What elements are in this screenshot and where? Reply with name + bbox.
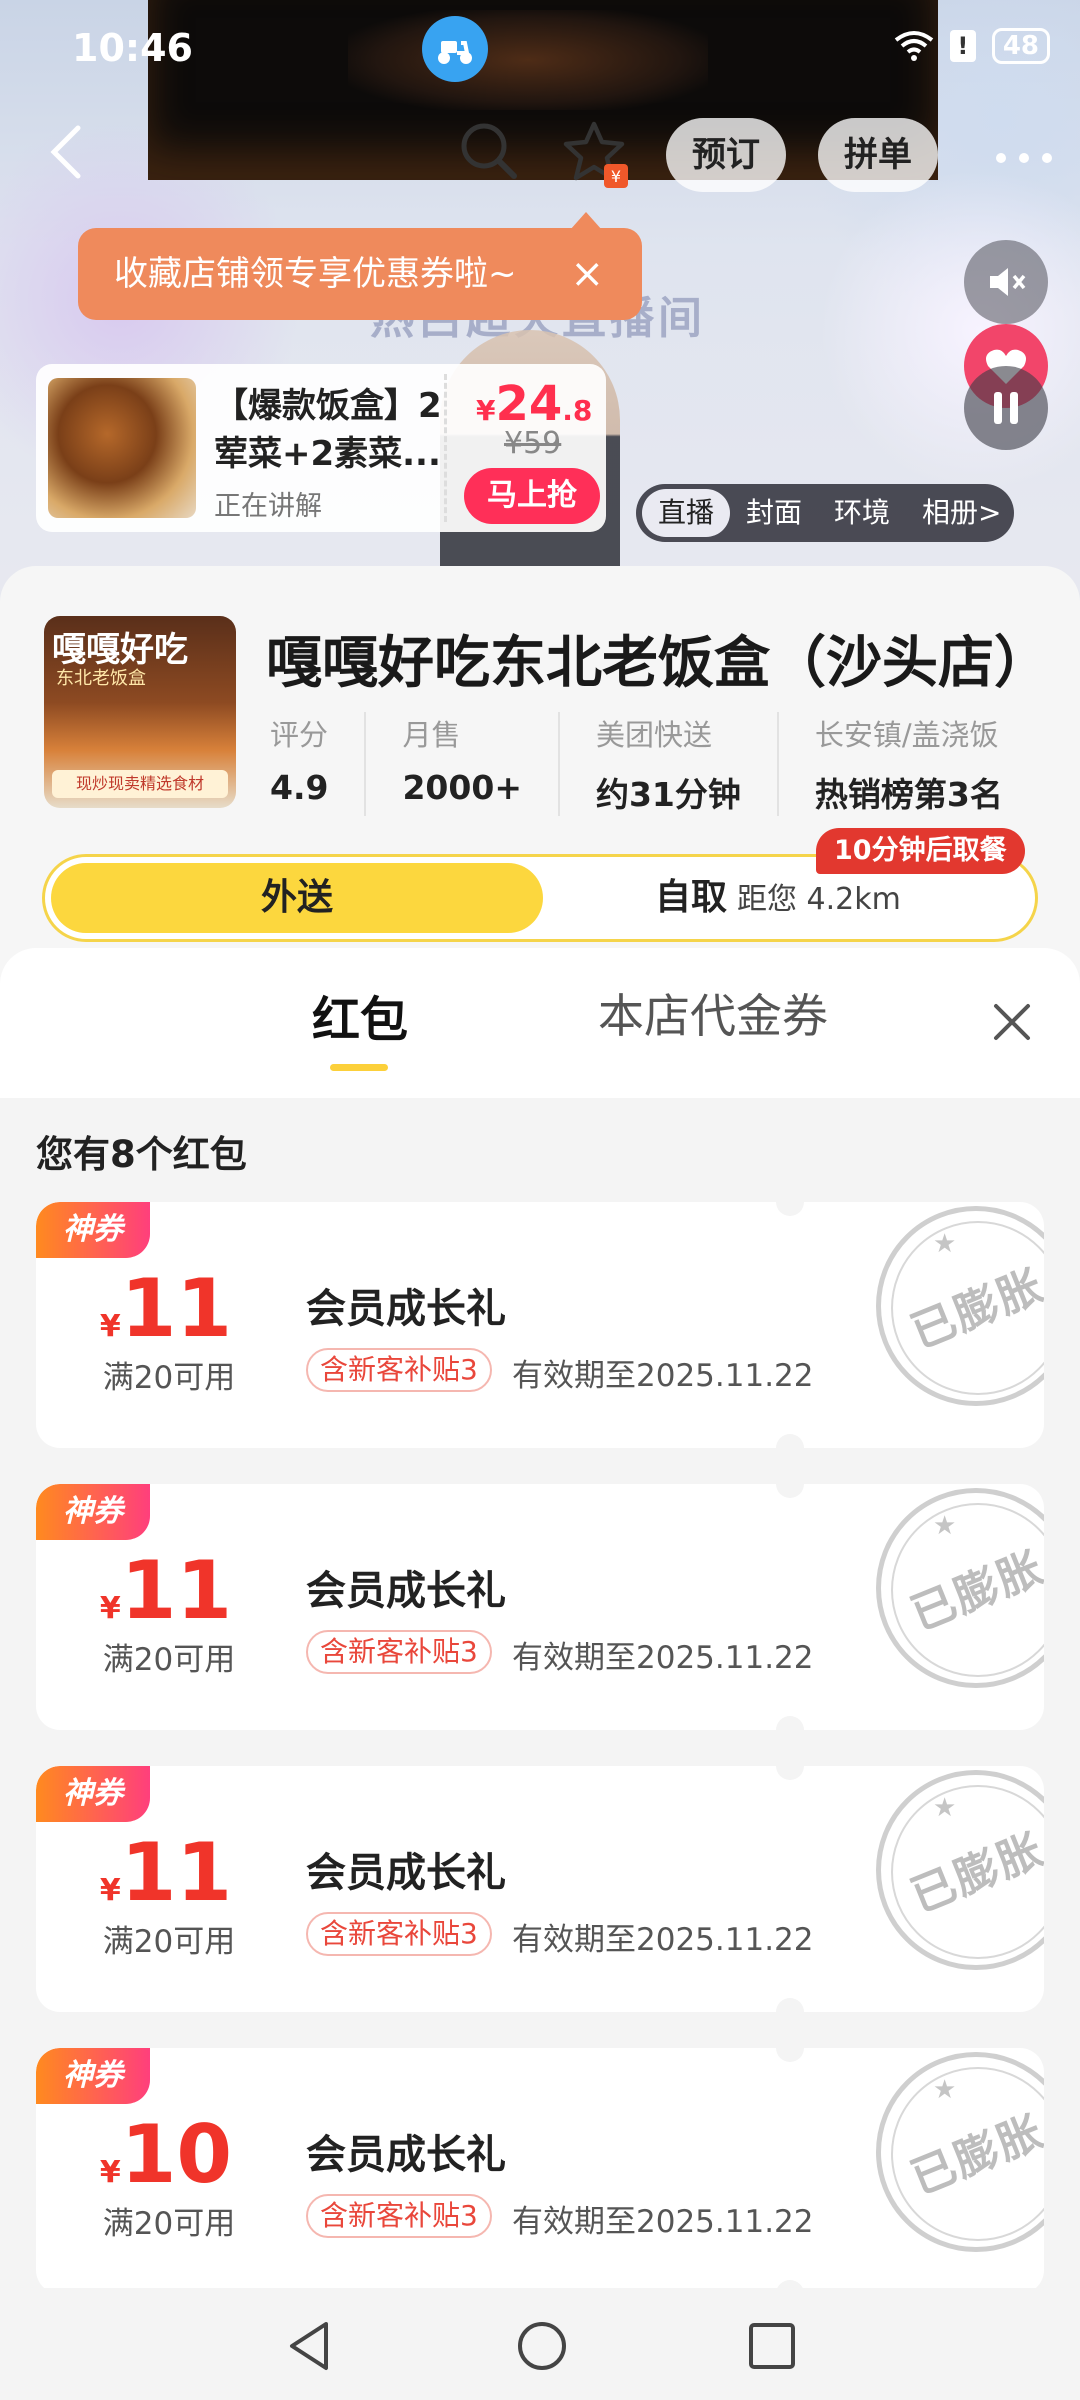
expanded-stamp: ★ 已膨胀 [876, 2052, 1044, 2252]
coupon-name: 会员成长礼 [306, 1568, 506, 1614]
status-time: 10:46 [72, 26, 193, 70]
buy-now-button[interactable]: 马上抢 [464, 468, 600, 524]
stat-delivery-time: 美团快送 约31分钟 [596, 712, 779, 816]
coupon-name: 会员成长礼 [306, 2132, 506, 2178]
store-info-panel: 嘎嘎好吃 东北老饭盒 现炒现卖精选食材 嘎嘎好吃东北老饭盒（沙头店） 评分 4.… [0, 566, 1080, 1006]
tab-environment[interactable]: 环境 [818, 489, 906, 537]
speaker-muted-icon [990, 268, 1026, 296]
battery-indicator: 48 [991, 28, 1050, 64]
group-order-button[interactable]: 拼单 [818, 118, 938, 192]
wifi-icon [894, 31, 934, 61]
product-name: 【爆款饭盒】2荤菜+2素菜... [214, 386, 442, 474]
pause-icon [994, 392, 1018, 424]
expanded-stamp: ★ 已膨胀 [876, 1206, 1044, 1406]
original-price: ¥59 [504, 426, 562, 461]
coupon-threshold: 满20可用 [102, 1360, 236, 1396]
coupon-amount: ¥11 [99, 1826, 233, 1919]
favorite-coupon-tooltip: 收藏店铺领专享优惠券啦~ × [78, 212, 642, 320]
expanded-stamp: ★ 已膨胀 [876, 1770, 1044, 1970]
product-status: 正在讲解 [214, 491, 322, 522]
coupon-tag: 神券 [36, 2048, 150, 2104]
coupon-subsidy-badge: 含新客补贴3 [306, 1630, 492, 1674]
tab-album[interactable]: 相册> [906, 489, 1017, 537]
coupon-tag: 神券 [36, 1202, 150, 1258]
coupon-threshold: 满20可用 [102, 2206, 236, 2242]
card-divider [444, 374, 447, 522]
coupon-validity: 有效期至2025.11.22 [512, 1358, 814, 1394]
store-stats: 评分 4.9 月售 2000+ 美团快送 约31分钟 长安镇/盖浇饭 热销榜第3… [270, 712, 1075, 816]
svg-text:¥: ¥ [611, 167, 621, 186]
tab-red-packet[interactable]: 红包 [312, 980, 408, 1050]
search-icon[interactable] [458, 120, 520, 186]
nav-home-icon[interactable] [514, 2318, 570, 2378]
tab-cover[interactable]: 封面 [730, 489, 818, 537]
back-arrow-icon[interactable] [46, 122, 86, 186]
pickup-time-badge: 10分钟后取餐 [816, 828, 1025, 874]
media-mode-tabs: 直播 封面 环境 相册> [636, 484, 1014, 542]
coupon-validity: 有效期至2025.11.22 [512, 1922, 814, 1958]
tooltip-close-icon[interactable]: × [570, 228, 604, 320]
pause-button[interactable] [964, 366, 1048, 450]
coupon-threshold: 满20可用 [102, 1642, 236, 1678]
expanded-stamp: ★ 已膨胀 [876, 1488, 1044, 1688]
product-price: ¥24.8 [476, 376, 593, 432]
status-icons: ! 48 [894, 28, 1050, 64]
mute-button[interactable] [964, 240, 1048, 324]
scooter-icon [422, 16, 488, 82]
tooltip-text: 收藏店铺领专享优惠券啦~ [114, 254, 517, 294]
active-tab-indicator [330, 1064, 388, 1071]
nav-back-icon[interactable] [282, 2318, 338, 2378]
sheet-header: 红包 本店代金券 [0, 948, 1080, 1098]
coupon-name: 会员成长礼 [306, 1286, 506, 1332]
coupon-tag: 神券 [36, 1484, 150, 1540]
coupon-subsidy-badge: 含新客补贴3 [306, 2194, 492, 2238]
store-logo: 嘎嘎好吃 东北老饭盒 现炒现卖精选食材 [44, 616, 236, 808]
tab-store-voucher[interactable]: 本店代金券 [598, 980, 828, 1046]
stat-ranking[interactable]: 长安镇/盖浇饭 热销榜第3名 [815, 712, 1039, 816]
close-icon[interactable] [990, 1000, 1034, 1048]
red-packet-count: 您有8个红包 [36, 1133, 247, 1176]
delivery-tab[interactable]: 外送 [51, 863, 543, 933]
coupon-subsidy-badge: 含新客补贴3 [306, 1912, 492, 1956]
coupon-sheet: 红包 本店代金券 您有8个红包 神券 ¥11 满20可用 会员成长礼 含新客补贴… [0, 948, 1080, 2294]
coupon-amount: ¥11 [99, 1544, 233, 1637]
reserve-button[interactable]: 预订 [666, 118, 786, 192]
coupon-validity: 有效期至2025.11.22 [512, 2204, 814, 2240]
coupon-amount: ¥11 [99, 1262, 233, 1355]
stat-monthly-sales: 月售 2000+ [402, 712, 560, 816]
live-product-card[interactable]: 【爆款饭盒】2荤菜+2素菜... 正在讲解 ¥24.8 ¥59 马上抢 [36, 364, 606, 532]
coupon-validity: 有效期至2025.11.22 [512, 1640, 814, 1676]
coupon-card[interactable]: 神券 ¥11 满20可用 会员成长礼 含新客补贴3 有效期至2025.11.22… [36, 1202, 1044, 1448]
nav-recents-icon[interactable] [746, 2320, 798, 2376]
coupon-amount: ¥10 [99, 2108, 233, 2201]
tab-live[interactable]: 直播 [642, 489, 731, 537]
more-icon[interactable] [994, 150, 1054, 169]
alert-icon: ! [949, 30, 976, 62]
product-image [48, 378, 196, 518]
coupon-tag: 神券 [36, 1766, 150, 1822]
coupon-subsidy-badge: 含新客补贴3 [306, 1348, 492, 1392]
favorite-star-icon[interactable]: ¥ [562, 118, 632, 198]
coupon-card[interactable]: 神券 ¥11 满20可用 会员成长礼 含新客补贴3 有效期至2025.11.22… [36, 1766, 1044, 2012]
stat-rating: 评分 4.9 [270, 712, 367, 816]
coupon-card[interactable]: 神券 ¥10 满20可用 会员成长礼 含新客补贴3 有效期至2025.11.22… [36, 2048, 1044, 2294]
coupon-card[interactable]: 神券 ¥11 满20可用 会员成长礼 含新客补贴3 有效期至2025.11.22… [36, 1484, 1044, 1730]
coupon-threshold: 满20可用 [102, 1924, 236, 1960]
store-name: 嘎嘎好吃东北老饭盒（沙头店） [266, 631, 1050, 696]
coupon-name: 会员成长礼 [306, 1850, 506, 1896]
system-nav-bar [0, 2288, 1080, 2400]
